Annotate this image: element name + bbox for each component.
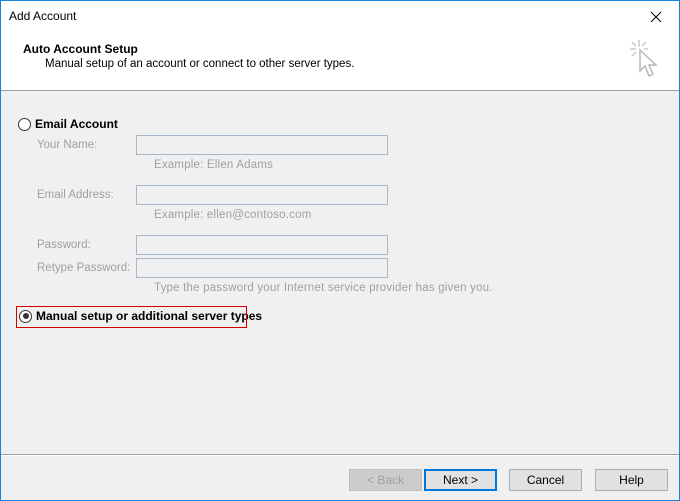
retype-password-input[interactable] — [136, 258, 388, 278]
manual-setup-radio-option[interactable]: Manual setup or additional server types — [19, 309, 262, 323]
back-button[interactable]: < Back — [349, 469, 422, 491]
footer-divider-highlight — [1, 455, 679, 456]
window-title: Add Account — [9, 9, 77, 23]
email-address-hint: Example: ellen@contoso.com — [154, 209, 312, 221]
email-account-radio-option[interactable]: Email Account — [18, 117, 118, 131]
cancel-button[interactable]: Cancel — [509, 469, 582, 491]
wizard-header: Auto Account Setup Manual setup of an ac… — [1, 32, 679, 91]
manual-setup-radio[interactable] — [19, 309, 32, 323]
close-button[interactable] — [633, 1, 679, 32]
wizard-cursor-icon — [630, 40, 658, 78]
your-name-label: Your Name: — [37, 139, 98, 151]
close-icon — [650, 11, 662, 22]
your-name-input[interactable] — [136, 135, 388, 155]
title-bar: Add Account — [1, 1, 679, 32]
header-subtitle: Manual setup of an account or connect to… — [45, 58, 355, 70]
email-account-radio[interactable] — [18, 117, 31, 131]
help-button[interactable]: Help — [595, 469, 668, 491]
retype-password-label: Retype Password: — [37, 262, 131, 274]
password-label: Password: — [37, 239, 91, 251]
add-account-dialog: Add Account Auto Account Setup Manual se… — [0, 0, 680, 501]
email-account-label: Email Account — [35, 117, 118, 131]
email-address-input[interactable] — [136, 185, 388, 205]
header-title: Auto Account Setup — [23, 42, 138, 56]
next-button[interactable]: Next > — [424, 469, 497, 491]
password-hint: Type the password your Internet service … — [154, 282, 493, 294]
password-input[interactable] — [136, 235, 388, 255]
email-address-label: Email Address: — [37, 189, 114, 201]
your-name-hint: Example: Ellen Adams — [154, 159, 274, 171]
manual-setup-label: Manual setup or additional server types — [36, 309, 263, 323]
